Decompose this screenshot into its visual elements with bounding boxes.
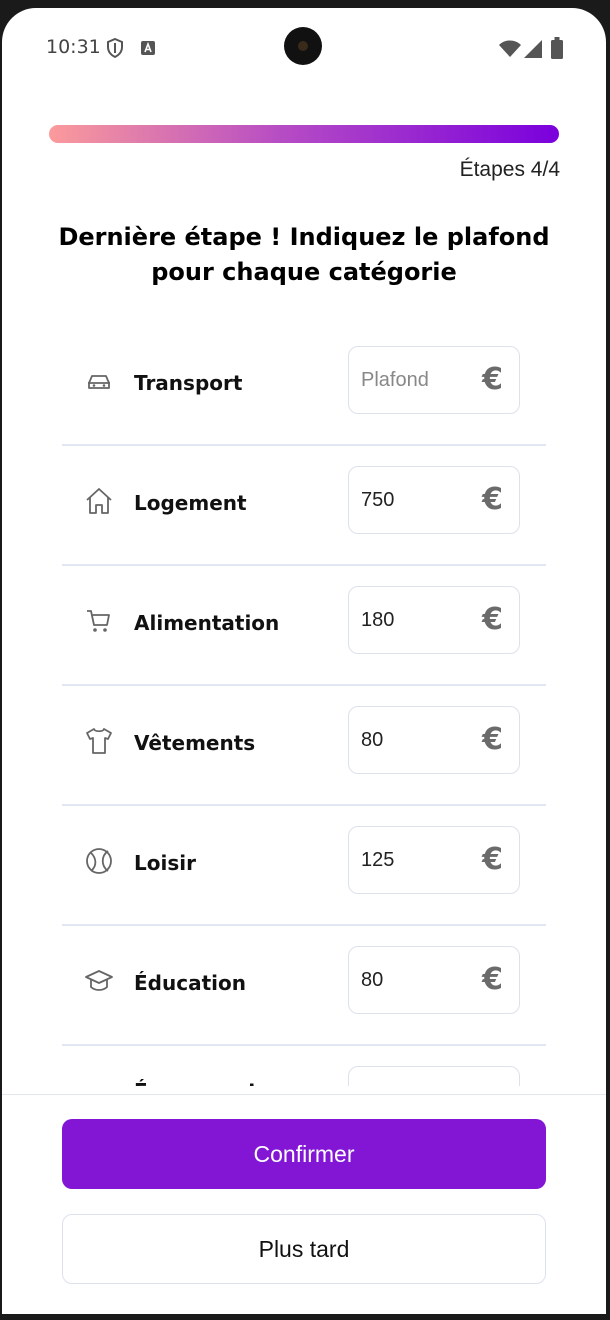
category-row-alimentation: Alimentation €	[62, 566, 546, 686]
category-row-loisir: Loisir €	[62, 806, 546, 926]
footer-divider	[2, 1094, 606, 1095]
status-time: 10:31	[46, 36, 101, 58]
ceiling-input[interactable]	[361, 347, 471, 413]
category-label: Éducation	[134, 971, 246, 995]
euro-icon: €	[482, 482, 503, 517]
house-icon	[86, 488, 112, 514]
category-label: Transport	[134, 371, 243, 395]
graduation-cap-icon	[85, 970, 113, 991]
ceiling-input-field[interactable]: €	[348, 466, 520, 534]
front-camera	[284, 27, 322, 65]
ceiling-input-field[interactable]: €	[348, 946, 520, 1014]
ceiling-input-field[interactable]: €	[348, 706, 520, 774]
ceiling-input-field[interactable]: €	[348, 826, 520, 894]
progress-bar	[49, 125, 559, 143]
category-label: Logement	[134, 491, 247, 515]
category-label: Vêtements	[134, 731, 256, 755]
cellular-signal-icon	[524, 40, 542, 63]
ceiling-input-field[interactable]: €	[348, 346, 520, 414]
ceiling-input[interactable]	[361, 827, 471, 893]
category-label: Loisir	[134, 851, 196, 875]
car-icon	[88, 375, 110, 389]
euro-icon: €	[482, 602, 503, 637]
page-title: Dernière étape ! Indiquez le plafond pou…	[58, 223, 550, 286]
wifi-icon	[499, 40, 521, 63]
app-screen: 10:31 Étapes 4/4 Dernière étape ! Indiqu…	[2, 8, 606, 1314]
battery-icon	[551, 37, 563, 64]
category-row-vetements: Vêtements €	[62, 686, 546, 806]
euro-icon: €	[482, 362, 503, 397]
category-list[interactable]: Transport € Logement € Alimentation €	[62, 326, 546, 1086]
ball-icon	[86, 848, 112, 874]
euro-icon: €	[482, 722, 503, 757]
category-row-epargne: Épargne et €	[62, 1046, 546, 1086]
cart-icon	[87, 610, 110, 632]
category-row-transport: Transport €	[62, 326, 546, 446]
ceiling-input[interactable]	[361, 467, 471, 533]
confirm-button[interactable]: Confirmer	[62, 1119, 546, 1189]
ceiling-input-field[interactable]: €	[348, 586, 520, 654]
euro-icon: €	[482, 842, 503, 877]
later-button[interactable]: Plus tard	[62, 1214, 546, 1284]
ceiling-input-field[interactable]: €	[348, 1066, 520, 1086]
category-label: Alimentation	[134, 611, 280, 635]
euro-icon: €	[482, 1083, 503, 1087]
tshirt-icon	[86, 728, 112, 754]
euro-icon: €	[482, 962, 503, 997]
steps-indicator: Étapes 4/4	[459, 158, 560, 181]
ceiling-input[interactable]	[361, 1067, 471, 1086]
notification-icon	[140, 40, 156, 61]
ceiling-input[interactable]	[361, 947, 471, 1013]
category-row-logement: Logement €	[62, 446, 546, 566]
category-label: Épargne et	[134, 1078, 314, 1086]
status-bar: 10:31	[2, 8, 606, 84]
ceiling-input[interactable]	[361, 707, 471, 773]
shield-icon	[106, 37, 124, 63]
ceiling-input[interactable]	[361, 587, 471, 653]
category-row-education: Éducation €	[62, 926, 546, 1046]
